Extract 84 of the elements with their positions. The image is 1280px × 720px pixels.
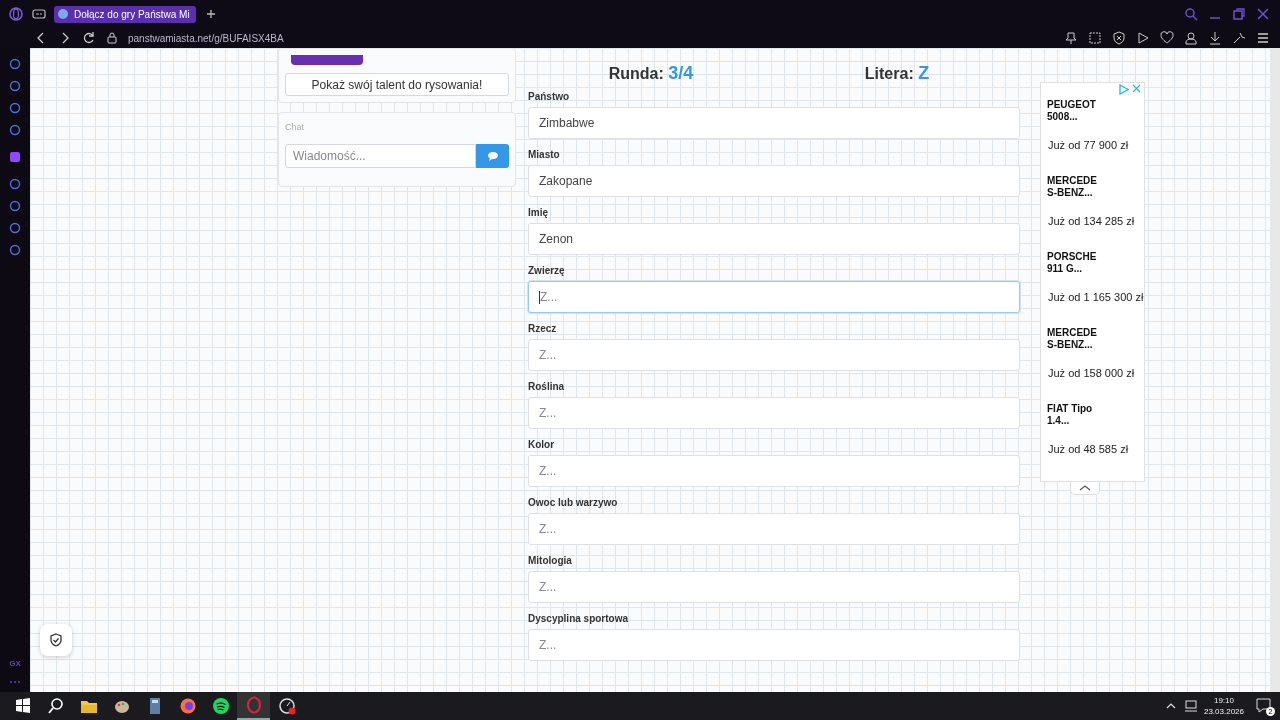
field-label: Roślina: [528, 381, 566, 393]
opera-gx-icon[interactable]: [244, 696, 263, 714]
twitch-icon[interactable]: [9, 151, 21, 163]
round-value: 3/4: [668, 62, 694, 83]
collapse-tab[interactable]: [1070, 482, 1100, 495]
letter-label: Litera:: [864, 64, 914, 82]
ad-title[interactable]: MERCEDE S-BENZ...: [1047, 327, 1107, 351]
placeholder-text: Z...: [539, 464, 557, 478]
placeholder-text: Z...: [539, 348, 557, 362]
ad-price[interactable]: Już od 134 285 zł: [1048, 215, 1144, 227]
input-field[interactable]: Z...: [528, 281, 1020, 313]
input-field[interactable]: Z...: [528, 397, 1020, 429]
chat-title: Chat: [285, 122, 305, 132]
input-field[interactable]: Z...: [528, 571, 1020, 603]
input-field[interactable]: Zakopane: [528, 165, 1020, 197]
pin-icon[interactable]: [1064, 31, 1078, 45]
date-text: 23.03.2026: [1203, 706, 1244, 717]
ad-title[interactable]: MERCEDE S-BENZ...: [1047, 175, 1107, 199]
ad-title[interactable]: PEUGEOT 5008...: [1047, 99, 1107, 123]
ad-price[interactable]: Już od 77 900 zł: [1048, 139, 1144, 151]
privacy-button[interactable]: [40, 624, 72, 656]
placeholder-text: Z...: [539, 638, 557, 652]
ad-price[interactable]: Już od 1 165 300 zł: [1048, 291, 1144, 303]
restore-icon[interactable]: [1232, 7, 1246, 21]
gamepad-icon[interactable]: [32, 7, 46, 21]
spotify-icon[interactable]: [211, 697, 230, 715]
input-field[interactable]: Z...: [528, 513, 1020, 545]
input-field[interactable]: Z...: [528, 339, 1020, 371]
play-icon[interactable]: [1136, 31, 1150, 45]
field-value: Zenon: [539, 232, 574, 246]
field-label: Dyscyplina sportowa: [528, 613, 630, 625]
lock-icon: [106, 31, 118, 45]
network-icon[interactable]: [1183, 699, 1198, 713]
reload-icon[interactable]: [82, 31, 96, 45]
placeholder-text: Z...: [539, 406, 557, 420]
time-text: 19:10: [1213, 695, 1234, 706]
placeholder-text: Z...: [540, 290, 558, 304]
profile-icon[interactable]: [1184, 31, 1198, 45]
field-value: Zimbabwe: [539, 116, 595, 130]
notification-icon[interactable]: [1256, 698, 1271, 713]
clock[interactable]: 19:10 23.03.2026: [1203, 695, 1244, 717]
search-icon[interactable]: [46, 697, 65, 715]
input-field[interactable]: Z...: [528, 455, 1020, 487]
placeholder-text: Z...: [539, 580, 557, 594]
send-button[interactable]: [476, 144, 509, 168]
letter-value: Z: [918, 62, 930, 83]
input-field[interactable]: Z...: [528, 629, 1020, 661]
field-label: Rzecz: [528, 323, 558, 335]
shield-icon[interactable]: [1112, 31, 1126, 45]
message-field[interactable]: Wiadomość...: [285, 144, 476, 168]
field-label: Miasto: [528, 149, 561, 161]
round-label: Runda:: [608, 64, 664, 82]
shield-check-icon: [49, 633, 63, 647]
windows-logo-icon[interactable]: [13, 697, 32, 715]
ad-price[interactable]: Już od 48 585 zł: [1048, 443, 1144, 455]
input-field[interactable]: Zimbabwe: [528, 107, 1020, 139]
browser-tab[interactable]: Dołącz do gry Państwa Mi: [54, 5, 196, 23]
field-label: Zwierzę: [528, 265, 566, 277]
drawing-thumbnail[interactable]: [291, 55, 363, 65]
tab-title: Dołącz do gry Państwa Mi: [74, 8, 190, 20]
field-value: Zakopane: [539, 174, 593, 188]
browser-logo-icon[interactable]: [8, 6, 24, 22]
field-label: Imię: [528, 207, 549, 219]
input-field[interactable]: Zenon: [528, 223, 1020, 255]
chevron-up-icon: [1079, 484, 1091, 492]
close-icon[interactable]: [1256, 7, 1270, 21]
field-label: Kolor: [528, 439, 556, 451]
field-label: Mitologia: [528, 555, 573, 567]
firefox-icon[interactable]: [178, 697, 197, 715]
address-bar[interactable]: panstwamiasta.net/g/BUFAISX4BA: [128, 32, 284, 44]
ad-title[interactable]: FIAT Tipo 1.4...: [1047, 403, 1107, 427]
speedometer-icon[interactable]: [277, 697, 296, 715]
placeholder-text: Z...: [539, 522, 557, 536]
speech-bubble-icon: [486, 151, 499, 161]
heart-icon[interactable]: [1160, 31, 1174, 45]
ad-price[interactable]: Już od 158 000 zł: [1048, 367, 1144, 379]
menu-icon[interactable]: [1256, 31, 1270, 45]
download-icon[interactable]: [1208, 31, 1222, 45]
ad-title[interactable]: PORSCHE 911 G...: [1047, 251, 1107, 275]
chevron-up-icon[interactable]: [1165, 702, 1176, 710]
field-label: Owoc lub warzywo: [528, 497, 619, 509]
snapshot-icon[interactable]: [1088, 31, 1102, 45]
draw-button[interactable]: Pokaż swój talent do rysowania!: [285, 73, 509, 96]
field-label: Państwo: [528, 91, 571, 103]
